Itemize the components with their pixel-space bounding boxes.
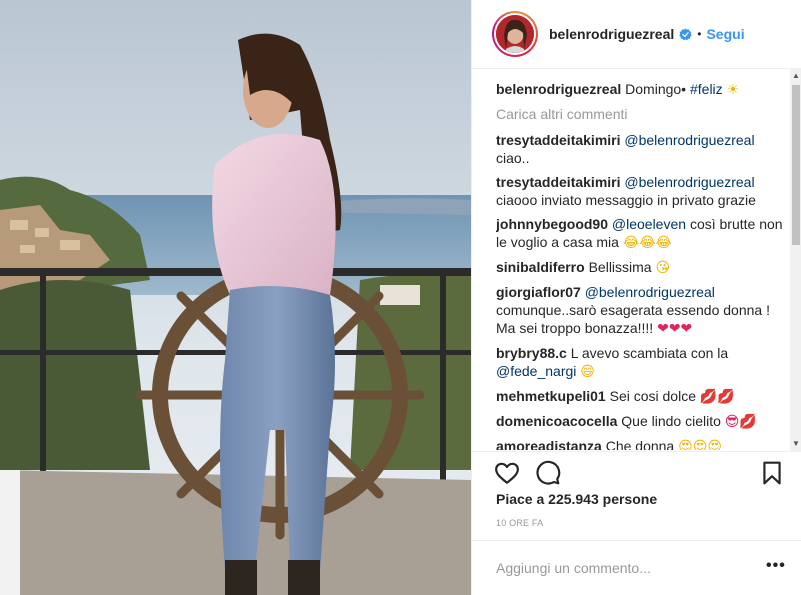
separator-dot: •	[697, 27, 702, 41]
heart-icon[interactable]	[494, 460, 520, 486]
comment-text: comunque..sarò esagerata essendo donna !…	[496, 302, 770, 336]
comment-text: ciaooo inviato messaggio in privato graz…	[496, 192, 756, 208]
comment-input[interactable]	[496, 557, 756, 579]
list-item: sinibaldiferro Bellissima 😘	[496, 258, 786, 277]
grin-emoji-icon: 😄	[580, 364, 595, 380]
comment-mention[interactable]: @fede_nargi	[496, 363, 576, 379]
avatar[interactable]	[492, 11, 538, 57]
post-panel: belenrodriguezreal • Segui belenrodrigue…	[471, 0, 801, 595]
post-timestamp: 10 ORE FA	[496, 518, 544, 528]
comment-text: Bellissima	[588, 259, 652, 275]
list-item: giorgiaflor07 @belenrodriguezreal comunq…	[496, 283, 786, 338]
sun-emoji-icon: ☀	[726, 82, 740, 98]
comment-username[interactable]: giorgiaflor07	[496, 284, 581, 300]
caption-text: Domingo•	[625, 81, 687, 97]
comment-text: ciao..	[496, 150, 530, 166]
lips-emoji-icon: 💋💋	[699, 389, 735, 405]
comment-username[interactable]: amoreadistanza	[496, 438, 602, 450]
avatar-frame	[494, 13, 536, 55]
action-bar	[472, 451, 801, 491]
comment-username[interactable]: sinibaldiferro	[496, 259, 585, 275]
photo-image	[0, 0, 471, 595]
add-comment-bar: •••	[472, 540, 801, 595]
list-item: brybry88.c L avevo scambiata con la @fed…	[496, 344, 786, 381]
comment-mention[interactable]: @leoeleven	[612, 216, 686, 232]
list-item: johnnybegood90 @leoeleven così brutte no…	[496, 215, 786, 252]
comment-mention[interactable]: @belenrodriguezreal	[624, 132, 754, 148]
comment-text: Che donna	[605, 438, 675, 450]
list-item: amoreadistanza Che donna 😍😍😍	[496, 437, 786, 450]
comment-username[interactable]: tresytaddeitakimiri	[496, 174, 621, 190]
list-item: tresytaddeitakimiri @belenrodriguezreal …	[496, 173, 786, 209]
comment-text: Que lindo cielito	[621, 413, 721, 429]
heart-eyes-emoji-icon: 😍😍😍	[678, 439, 722, 450]
verified-badge-icon	[679, 27, 692, 40]
scroll-down-arrow-icon[interactable]: ▼	[790, 437, 801, 451]
heart-emoji-icon: ❤❤❤	[657, 321, 693, 337]
post-header: belenrodriguezreal • Segui	[472, 0, 801, 69]
caption-hashtag[interactable]: #feliz	[690, 81, 723, 97]
comment-mention[interactable]: @belenrodriguezreal	[585, 284, 715, 300]
laughing-emoji-icon: 😂😂😂	[622, 235, 672, 251]
comments-scrollbar[interactable]: ▲ ▼	[790, 69, 801, 451]
follow-button[interactable]: Segui	[706, 26, 744, 42]
comment-username[interactable]: brybry88.c	[496, 345, 567, 361]
list-item: domenicoacocella Que lindo cielito 😎💋	[496, 412, 786, 431]
post-photo[interactable]	[0, 0, 471, 595]
comment-text: L avevo scambiata con la	[570, 345, 729, 361]
likes-count[interactable]: Piace a 225.943 persone	[496, 491, 657, 507]
avatar-image	[496, 15, 534, 53]
list-item: mehmetkupeli01 Sei cosi dolce 💋💋	[496, 387, 786, 406]
list-item: tresytaddeitakimiri @belenrodriguezreal …	[496, 131, 786, 167]
speech-bubble-icon[interactable]	[535, 460, 561, 486]
comment-mention[interactable]: @belenrodriguezreal	[624, 174, 754, 190]
post-username[interactable]: belenrodriguezreal	[549, 26, 674, 42]
comment-username[interactable]: mehmetkupeli01	[496, 388, 606, 404]
comment-username[interactable]: johnnybegood90	[496, 216, 608, 232]
kiss-face-emoji-icon: 😘	[655, 260, 671, 276]
scroll-thumb[interactable]	[792, 85, 800, 245]
caption-username[interactable]: belenrodriguezreal	[496, 81, 621, 97]
comment-text: Sei cosi dolce	[609, 388, 696, 404]
sunglasses-lips-emoji-icon: 😎💋	[724, 414, 757, 430]
scroll-up-arrow-icon[interactable]: ▲	[790, 69, 801, 83]
more-options-icon[interactable]: •••	[766, 557, 786, 575]
comment-username[interactable]: domenicoacocella	[496, 413, 617, 429]
comment-username[interactable]: tresytaddeitakimiri	[496, 132, 621, 148]
bookmark-icon[interactable]	[759, 460, 785, 486]
load-more-comments-link[interactable]: Carica altri commenti	[496, 105, 786, 123]
comments-list: belenrodriguezreal Domingo• #feliz ☀ Car…	[496, 80, 786, 450]
caption: belenrodriguezreal Domingo• #feliz ☀	[496, 80, 786, 99]
